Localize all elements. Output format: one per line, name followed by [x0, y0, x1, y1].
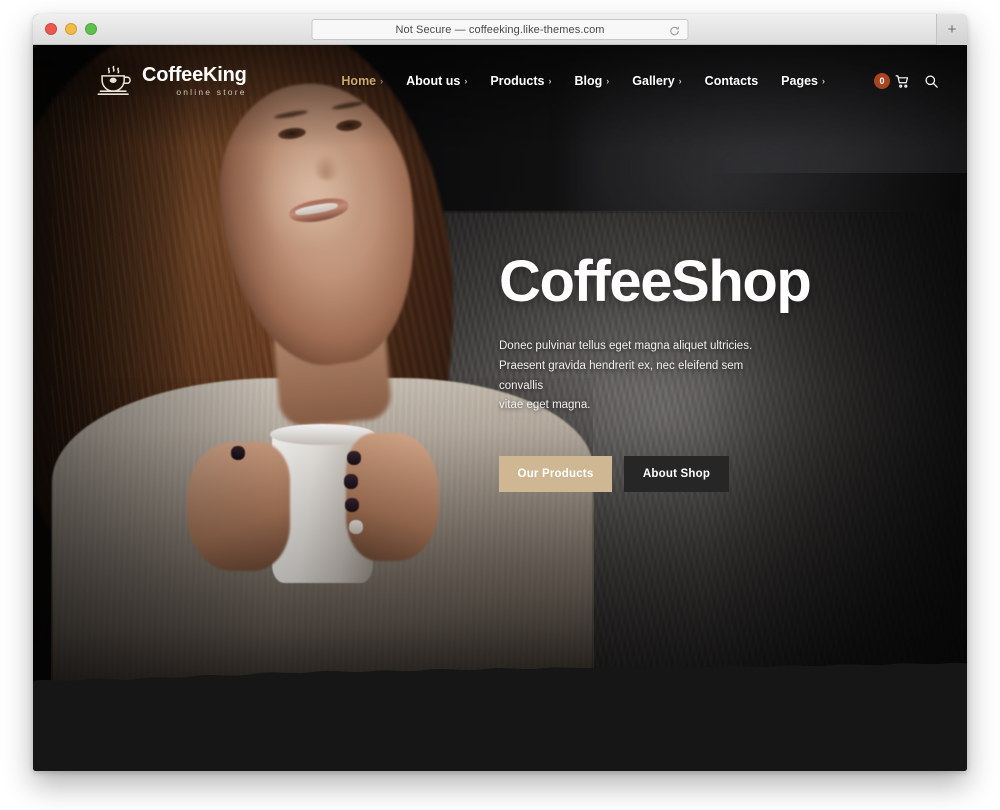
- site-header: CoffeeKing online store Home › About us …: [33, 45, 967, 117]
- zoom-window-button[interactable]: [85, 23, 97, 35]
- nav-item-contacts[interactable]: Contacts: [705, 74, 758, 88]
- nav-item-blog[interactable]: Blog ›: [575, 74, 610, 88]
- shopping-cart-icon: [895, 74, 910, 89]
- nav-item-pages[interactable]: Pages ›: [781, 74, 825, 88]
- hero-description-line: Donec pulvinar tellus eget magna aliquet…: [499, 340, 753, 352]
- logo-tagline: online store: [176, 87, 247, 98]
- hero-buttons: Our Products About Shop: [499, 456, 899, 493]
- nav-label: Contacts: [704, 74, 759, 88]
- nav-label: Blog: [574, 74, 603, 88]
- torn-edge-divider: [33, 661, 967, 695]
- nav-label: Products: [490, 74, 545, 88]
- hero-content: CoffeeShop Donec pulvinar tellus eget ma…: [499, 249, 899, 493]
- nav-label: Home: [341, 74, 377, 88]
- chevron-right-icon: ›: [678, 76, 682, 86]
- nav-label: About us: [406, 74, 461, 88]
- cart-button[interactable]: 0: [874, 73, 910, 89]
- dark-section-below-hero: [33, 691, 967, 771]
- cart-count-badge: 0: [874, 73, 890, 89]
- chevron-right-icon: ›: [464, 76, 468, 86]
- nav-label: Gallery: [632, 74, 675, 88]
- hero-description-line: vitae eget magna.: [499, 399, 591, 412]
- browser-window: Not Secure — coffeeking.like-themes.com …: [33, 14, 967, 771]
- window-controls: [45, 23, 97, 35]
- minimize-window-button[interactable]: [65, 23, 77, 35]
- nav-item-about-us[interactable]: About us ›: [406, 74, 467, 88]
- our-products-button[interactable]: Our Products: [499, 456, 612, 493]
- site-logo[interactable]: CoffeeKing online store: [95, 64, 247, 98]
- search-icon[interactable]: [924, 74, 939, 89]
- nav-item-products[interactable]: Products ›: [490, 74, 551, 88]
- chevron-right-icon: ›: [548, 76, 552, 86]
- reload-icon[interactable]: [669, 24, 681, 36]
- header-tools: 0: [874, 73, 939, 89]
- hero-description-line: Praesent gravida hendrerit ex, nec eleif…: [499, 359, 744, 392]
- chevron-right-icon: ›: [822, 76, 825, 86]
- new-tab-button[interactable]: +: [936, 14, 967, 45]
- about-shop-button[interactable]: About Shop: [624, 456, 729, 493]
- hero-title: CoffeeShop: [499, 249, 812, 314]
- browser-titlebar: Not Secure — coffeeking.like-themes.com …: [33, 14, 967, 45]
- logo-name: CoffeeKing: [142, 64, 247, 87]
- chevron-right-icon: ›: [380, 76, 384, 86]
- main-navigation: Home › About us › Products › Blog › Gall…: [341, 73, 939, 89]
- address-bar[interactable]: Not Secure — coffeeking.like-themes.com: [311, 19, 689, 40]
- nav-item-gallery[interactable]: Gallery ›: [632, 74, 681, 88]
- address-bar-text: Not Secure — coffeeking.like-themes.com: [395, 23, 605, 36]
- nav-item-home[interactable]: Home ›: [341, 74, 383, 88]
- close-window-button[interactable]: [45, 23, 57, 35]
- coffee-cup-icon: [95, 64, 133, 98]
- nav-label: Pages: [781, 74, 818, 88]
- chevron-right-icon: ›: [606, 76, 610, 86]
- page-viewport: CoffeeKing online store Home › About us …: [33, 45, 967, 771]
- hero-description: Donec pulvinar tellus eget magna aliquet…: [499, 337, 769, 416]
